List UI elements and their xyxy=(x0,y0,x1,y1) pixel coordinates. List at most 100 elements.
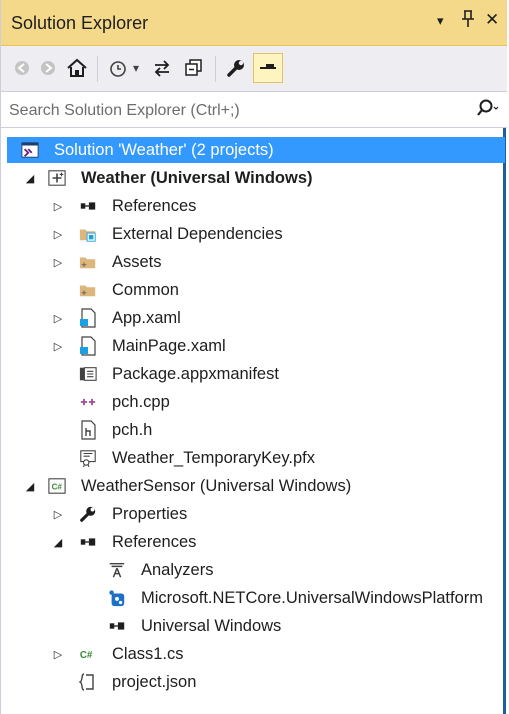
csharp-file-icon: C# xyxy=(79,645,97,663)
expanded-arrow-icon[interactable]: ◢ xyxy=(23,171,37,185)
tree-item-mainpage-xaml[interactable]: ▷ MainPage.xaml xyxy=(1,333,505,359)
expanded-arrow-icon[interactable]: ◢ xyxy=(51,535,65,549)
panel-title: Solution Explorer xyxy=(11,13,149,33)
collapse-all-button[interactable] xyxy=(181,54,207,82)
certificate-icon xyxy=(79,449,97,468)
toolbar-separator xyxy=(97,56,98,82)
window-position-dropdown-icon[interactable]: ▾ xyxy=(437,13,444,29)
tree-item-label: Analyzers xyxy=(141,560,214,579)
tree-item-pch-h[interactable]: pch.h xyxy=(1,417,505,443)
xaml-file-icon xyxy=(79,308,97,328)
collapsed-arrow-icon[interactable]: ▷ xyxy=(51,255,65,269)
tree-item-label: Properties xyxy=(112,504,188,523)
close-icon[interactable]: ✕ xyxy=(485,10,499,30)
pin-icon[interactable] xyxy=(461,10,475,33)
wrench-icon xyxy=(227,60,244,77)
tree-item-label: WeatherSensor (Universal Windows) xyxy=(81,476,352,495)
external-dependencies-icon xyxy=(79,225,97,243)
search-button[interactable] xyxy=(477,98,499,123)
folder-icon xyxy=(79,253,97,271)
tree-item-label: App.xaml xyxy=(112,308,181,327)
collapsed-arrow-icon[interactable]: ▷ xyxy=(51,507,65,521)
collapsed-arrow-icon[interactable]: ▷ xyxy=(51,647,65,661)
search-input[interactable] xyxy=(7,98,451,124)
csharp-project-icon: C# xyxy=(48,477,66,495)
tree-item-class1-cs[interactable]: ▷ C# Class1.cs xyxy=(1,641,505,667)
tree-item-external-dependencies[interactable]: ▷ External Dependencies xyxy=(1,221,505,247)
sync-with-active-document-button[interactable] xyxy=(149,54,175,82)
collapsed-arrow-icon[interactable]: ▷ xyxy=(51,339,65,353)
toolbar-separator xyxy=(215,56,216,82)
panel-title-bar: Solution Explorer ▾ ✕ xyxy=(1,0,507,46)
tree-item-label: MainPage.xaml xyxy=(112,336,226,355)
references-icon xyxy=(108,617,126,635)
back-icon xyxy=(15,61,29,75)
svg-text:C#: C# xyxy=(52,483,63,492)
home-icon xyxy=(67,58,87,77)
search-icon xyxy=(477,99,499,116)
preview-selected-items-button[interactable] xyxy=(253,53,283,83)
header-file-icon xyxy=(79,420,97,440)
home-button[interactable] xyxy=(63,54,91,82)
history-icon xyxy=(110,61,126,77)
pending-changes-filter-button[interactable] xyxy=(105,54,131,82)
collapsed-arrow-icon[interactable]: ▷ xyxy=(51,227,65,241)
collapsed-arrow-icon[interactable]: ▷ xyxy=(51,311,65,325)
tree-item-pch-cpp[interactable]: pch.cpp xyxy=(1,389,505,415)
tree-item-netcore-package[interactable]: Microsoft.NETCore.UniversalWindowsPlatfo… xyxy=(1,585,505,611)
tree-item-solution[interactable]: Solution 'Weather' (2 projects) xyxy=(7,137,505,163)
search-bar xyxy=(1,92,507,128)
references-icon xyxy=(79,533,97,551)
tree-item-package-appxmanifest[interactable]: Package.appxmanifest xyxy=(1,361,505,387)
tree-item-assets[interactable]: ▷ Assets xyxy=(1,249,505,275)
nuget-package-icon xyxy=(108,589,126,607)
preview-icon xyxy=(260,64,276,69)
collapse-all-icon xyxy=(185,59,202,76)
history-dropdown-icon[interactable]: ▾ xyxy=(129,54,143,82)
tree-item-properties[interactable]: ▷ Properties xyxy=(1,501,505,527)
expanded-arrow-icon[interactable]: ◢ xyxy=(23,479,37,493)
tree-item-references[interactable]: ◢ References xyxy=(1,529,505,555)
tree-item-label: Weather_TemporaryKey.pfx xyxy=(112,448,315,467)
properties-button[interactable] xyxy=(223,54,249,82)
tree-item-label: Assets xyxy=(112,252,162,271)
references-icon xyxy=(79,197,97,215)
tree-item-label: Package.appxmanifest xyxy=(112,364,279,383)
tree-item-weathersensor-project[interactable]: ◢ C# WeatherSensor (Universal Windows) xyxy=(1,473,505,499)
tree-item-common[interactable]: Common xyxy=(1,277,505,303)
json-file-icon xyxy=(79,673,97,691)
tree-item-references[interactable]: ▷ References xyxy=(1,193,505,219)
analyzers-icon xyxy=(108,561,126,579)
tree-item-label: References xyxy=(112,532,197,551)
tree-item-label: Solution 'Weather' (2 projects) xyxy=(54,140,274,159)
tree-item-label: pch.cpp xyxy=(112,392,170,411)
solution-explorer-panel: Solution Explorer ▾ ✕ ▾ Search Solution … xyxy=(0,0,507,714)
cpp-project-icon xyxy=(48,169,66,187)
toolbar: ▾ xyxy=(1,46,507,92)
tree-item-project-json[interactable]: project.json xyxy=(1,669,505,695)
tree-item-label: References xyxy=(112,196,197,215)
tree-item-label: Microsoft.NETCore.UniversalWindowsPlatfo… xyxy=(141,588,483,607)
xaml-file-icon xyxy=(79,336,97,356)
manifest-icon xyxy=(79,365,97,383)
tree-item-label: Common xyxy=(112,280,179,299)
solution-icon xyxy=(21,141,39,159)
collapsed-arrow-icon[interactable]: ▷ xyxy=(51,199,65,213)
tree-item-label: Class1.cs xyxy=(112,644,184,663)
forward-icon xyxy=(41,61,55,75)
tree-item-label: pch.h xyxy=(112,420,153,439)
cpp-file-icon xyxy=(79,393,97,411)
tree-item-label: Weather (Universal Windows) xyxy=(81,168,313,187)
folder-icon xyxy=(79,281,97,299)
tree-item-app-xaml[interactable]: ▷ App.xaml xyxy=(1,305,505,331)
tree-item-weather-project[interactable]: ◢ Weather (Universal Windows) xyxy=(1,165,505,191)
tree-item-label: External Dependencies xyxy=(112,224,283,243)
tree-item-analyzers[interactable]: Analyzers xyxy=(1,557,505,583)
sync-icon xyxy=(154,60,170,77)
svg-text:C#: C# xyxy=(80,650,93,661)
tree-item-temporary-key[interactable]: Weather_TemporaryKey.pfx xyxy=(1,445,505,471)
tree-item-universal-windows[interactable]: Universal Windows xyxy=(1,613,505,639)
forward-button[interactable] xyxy=(35,54,61,82)
back-button[interactable] xyxy=(9,54,35,82)
tree-item-label: Universal Windows xyxy=(141,616,282,635)
